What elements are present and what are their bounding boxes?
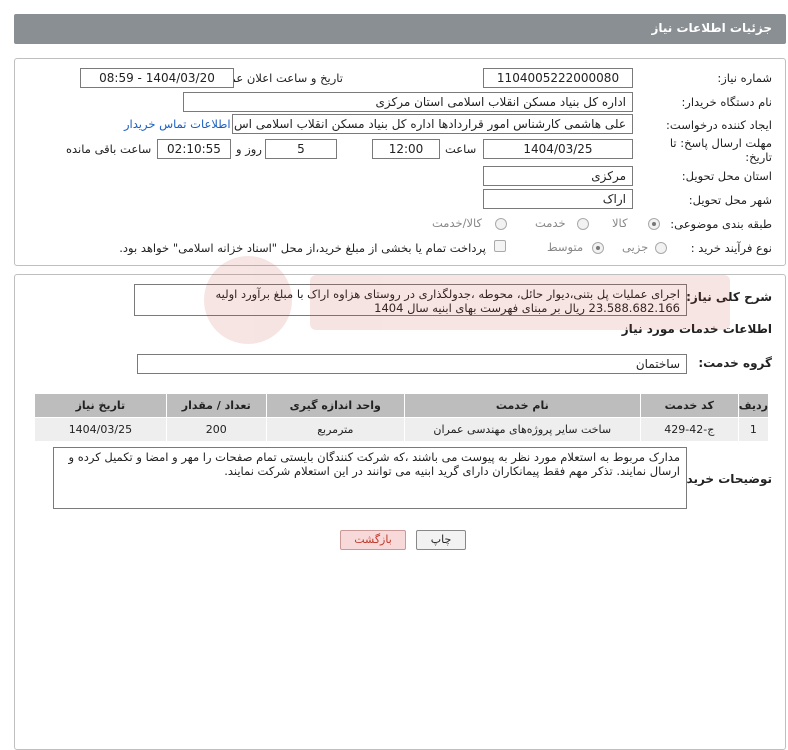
header-bar: جزئیات اطلاعات نیاز <box>14 14 786 44</box>
creator-label: ایجاد کننده درخواست: <box>666 118 772 132</box>
deadline-label-date: تاریخ: <box>745 150 772 164</box>
row-number: 1 <box>737 417 770 442</box>
days-label: روز و <box>236 142 262 156</box>
table-row: 1 ج-42-429 ساخت سایر پروژه‌های مهندسی عم… <box>34 417 770 442</box>
buyer-field: اداره کل بنیاد مسکن انقلاب اسلامی استان … <box>183 92 633 112</box>
process-option-medium: متوسط <box>547 240 584 254</box>
remaining-field: 02:10:55 <box>157 139 231 159</box>
service-group-field: ساختمان <box>137 354 687 374</box>
buyer-label: نام دستگاه خریدار: <box>681 95 772 109</box>
page: جزئیات اطلاعات نیاز شماره نیاز: 11040052… <box>0 0 788 750</box>
summary-line-1: اجرای عملیات پل بتنی،دیوار حائل، محوطه ،… <box>215 287 680 301</box>
payment-note: پرداخت تمام یا بخشی از مبلغ خرید،از محل … <box>119 241 486 255</box>
need-info-frame <box>14 58 786 266</box>
deadline-date-field: 1404/03/25 <box>483 139 633 159</box>
col-need-date: تاریخ نیاز <box>34 393 167 418</box>
back-button[interactable]: بازگشت <box>340 530 406 550</box>
creator-field: علی هاشمی کارشناس امور قراردادها اداره ک… <box>232 114 633 134</box>
process-radio-medium[interactable] <box>592 242 604 254</box>
need-date: 1404/03/25 <box>34 417 167 442</box>
need-number-field: 1104005222000080 <box>483 68 633 88</box>
time-label: ساعت <box>445 142 477 156</box>
details-frame <box>14 274 786 750</box>
service-code: ج-42-429 <box>639 417 739 442</box>
unit: مترمربع <box>265 417 405 442</box>
treasury-checkbox[interactable] <box>494 240 506 252</box>
service-name: ساخت سایر پروژه‌های مهندسی عمران <box>403 417 641 442</box>
col-unit: واحد اندازه گیری <box>265 393 405 418</box>
summary-line-2: 23.588.682.166 ریال بر مبنای فهرست بهای … <box>374 301 680 315</box>
process-option-minor: جزیی <box>622 240 649 254</box>
buyer-notes-field: مدارک مربوط به استعلام مورد نظر به پیوست… <box>53 447 687 509</box>
page-title: جزئیات اطلاعات نیاز <box>651 21 772 35</box>
days-field: 5 <box>265 139 337 159</box>
province-label: استان محل تحویل: <box>681 169 772 183</box>
deadline-time-field: 12:00 <box>372 139 440 159</box>
category-radio-service[interactable] <box>577 218 589 230</box>
category-option-goods-service: کالا/خدمت <box>432 216 483 230</box>
category-radio-goods-service[interactable] <box>495 218 507 230</box>
deadline-label: مهلت ارسال پاسخ: تا <box>669 136 772 150</box>
services-table-header: ردیف کد خدمت نام خدمت واحد اندازه گیری ت… <box>34 393 770 418</box>
remaining-label: ساعت باقی مانده <box>66 142 152 156</box>
quantity: 200 <box>165 417 267 442</box>
col-service-name: نام خدمت <box>403 393 641 418</box>
category-label: طبقه بندی موضوعی: <box>670 217 772 231</box>
category-option-service: خدمت <box>535 216 566 230</box>
col-service-code: کد خدمت <box>639 393 739 418</box>
services-section-title: اطلاعات خدمات مورد نیاز <box>621 322 772 336</box>
city-field: اراک <box>483 189 633 209</box>
print-button[interactable]: چاپ <box>416 530 466 550</box>
category-option-goods: کالا <box>612 216 628 230</box>
city-label: شهر محل تحویل: <box>688 193 772 207</box>
summary-label: شرح کلی نیاز: <box>686 290 772 304</box>
service-group-label: گروه خدمت: <box>698 356 772 370</box>
buyer-contact-link[interactable]: اطلاعات تماس خریدار <box>124 117 231 131</box>
col-quantity: تعداد / مقدار <box>165 393 267 418</box>
col-row-number: ردیف <box>737 393 770 418</box>
services-table: ردیف کد خدمت نام خدمت واحد اندازه گیری ت… <box>34 393 770 442</box>
process-label: نوع فرآیند خرید : <box>690 241 772 255</box>
category-radio-goods[interactable] <box>648 218 660 230</box>
process-radio-minor[interactable] <box>655 242 667 254</box>
summary-field: اجرای عملیات پل بتنی،دیوار حائل، محوطه ،… <box>134 284 687 316</box>
need-number-label: شماره نیاز: <box>717 71 772 85</box>
announce-field: 1404/03/20 - 08:59 <box>80 68 234 88</box>
province-field: مرکزی <box>483 166 633 186</box>
